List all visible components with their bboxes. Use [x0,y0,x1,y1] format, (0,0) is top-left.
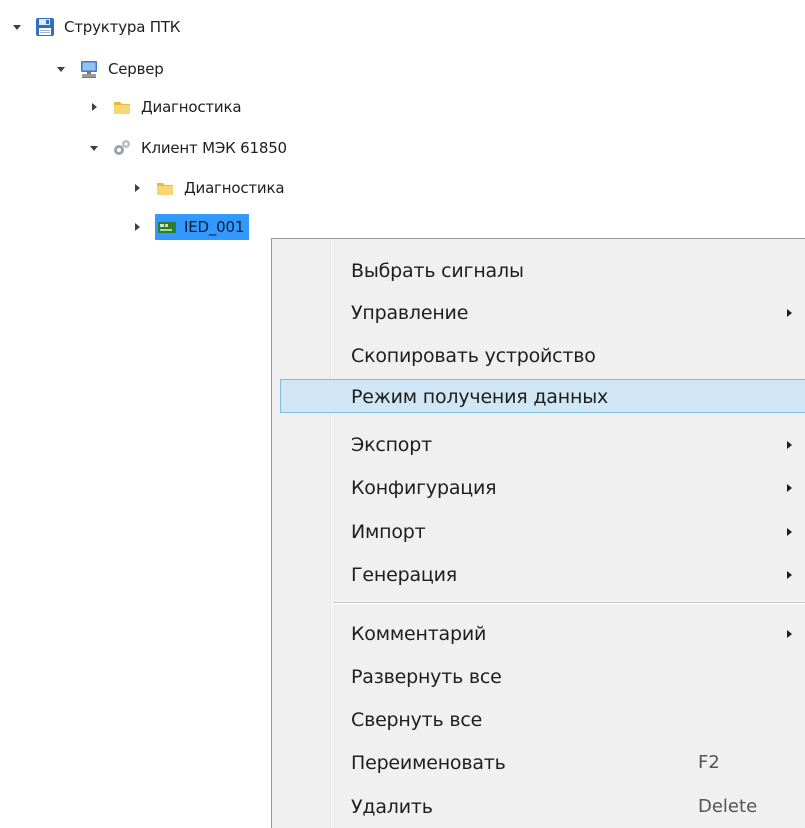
menu-item-label: Свернуть все [351,709,483,731]
collapse-arrow-icon[interactable] [129,180,145,196]
shortcut-label: Delete [698,796,758,817]
folder-icon [155,178,175,198]
tree-node-label: Диагностика [141,98,242,116]
ied-device-icon [157,217,177,237]
tree-node-ied-001[interactable]: IED_001 [129,214,250,240]
menu-item-label: Конфигурация [351,477,497,499]
menu-item-rename[interactable]: Переименовать F2 [275,746,805,780]
tree-node-iec-client[interactable]: Клиент МЭК 61850 [86,135,290,161]
menu-item-label: Скопировать устройство [351,345,596,367]
menu-item-import[interactable]: Импорт [275,515,805,549]
context-menu: Выбрать сигналы Управление Скопировать у… [271,238,805,828]
tree-node-label: Клиент МЭК 61850 [141,139,287,157]
menu-item-label: Генерация [351,564,458,586]
menu-item-delete[interactable]: Удалить Delete [275,790,805,824]
submenu-arrow-icon [787,630,792,638]
tree-node-diagnostics[interactable]: Диагностика [86,94,244,120]
tree-node-ptk-structure[interactable]: Структура ПТК [9,14,183,40]
submenu-arrow-icon [787,571,792,579]
submenu-arrow-icon [787,528,792,536]
collapse-arrow-icon[interactable] [129,219,145,235]
tree-node-diagnostics-2[interactable]: Диагностика [129,175,287,201]
tree-node-label: IED_001 [184,218,245,236]
menu-item-copy-device[interactable]: Скопировать устройство [275,339,805,373]
menu-item-label: Выбрать сигналы [351,260,524,282]
menu-separator [333,602,805,604]
floppy-disk-icon [35,17,55,37]
menu-item-label: Импорт [351,521,426,543]
menu-item-label: Переименовать [351,752,506,774]
shortcut-label: F2 [698,752,720,773]
window-root: Структура ПТК Сервер Диагностика Клиент … [0,0,805,828]
menu-item-label: Развернуть все [351,666,502,688]
tree-node-label: Сервер [108,60,164,78]
menu-item-configuration[interactable]: Конфигурация [275,471,805,505]
menu-item-label: Режим получения данных [351,386,609,408]
menu-item-label: Управление [351,302,469,324]
submenu-arrow-icon [787,484,792,492]
submenu-arrow-icon [787,441,792,449]
collapse-arrow-icon[interactable] [86,99,102,115]
menu-item-export[interactable]: Экспорт [275,428,805,462]
menu-item-generation[interactable]: Генерация [275,558,805,592]
menu-item-label: Удалить [351,796,433,818]
menu-item-select-signals[interactable]: Выбрать сигналы [275,254,805,288]
menu-item-collapse-all[interactable]: Свернуть все [275,703,805,737]
expand-arrow-icon[interactable] [86,140,102,156]
tree-node-label: Диагностика [184,179,285,197]
menu-item-comment[interactable]: Комментарий [275,617,805,651]
tree-node-label: Структура ПТК [64,18,181,36]
tree-node-server[interactable]: Сервер [53,56,167,82]
menu-item-label: Экспорт [351,434,432,456]
selection-highlight: IED_001 [155,214,250,240]
submenu-arrow-icon [787,309,792,317]
folder-icon [112,97,132,117]
menu-item-data-acquisition-mode[interactable]: Режим получения данных [280,379,805,413]
menu-item-expand-all[interactable]: Развернуть все [275,660,805,694]
gears-icon [112,138,132,158]
menu-item-label: Комментарий [351,623,487,645]
computer-icon [79,59,99,79]
expand-arrow-icon[interactable] [53,61,69,77]
expand-arrow-icon[interactable] [9,19,25,35]
menu-item-control[interactable]: Управление [275,296,805,330]
